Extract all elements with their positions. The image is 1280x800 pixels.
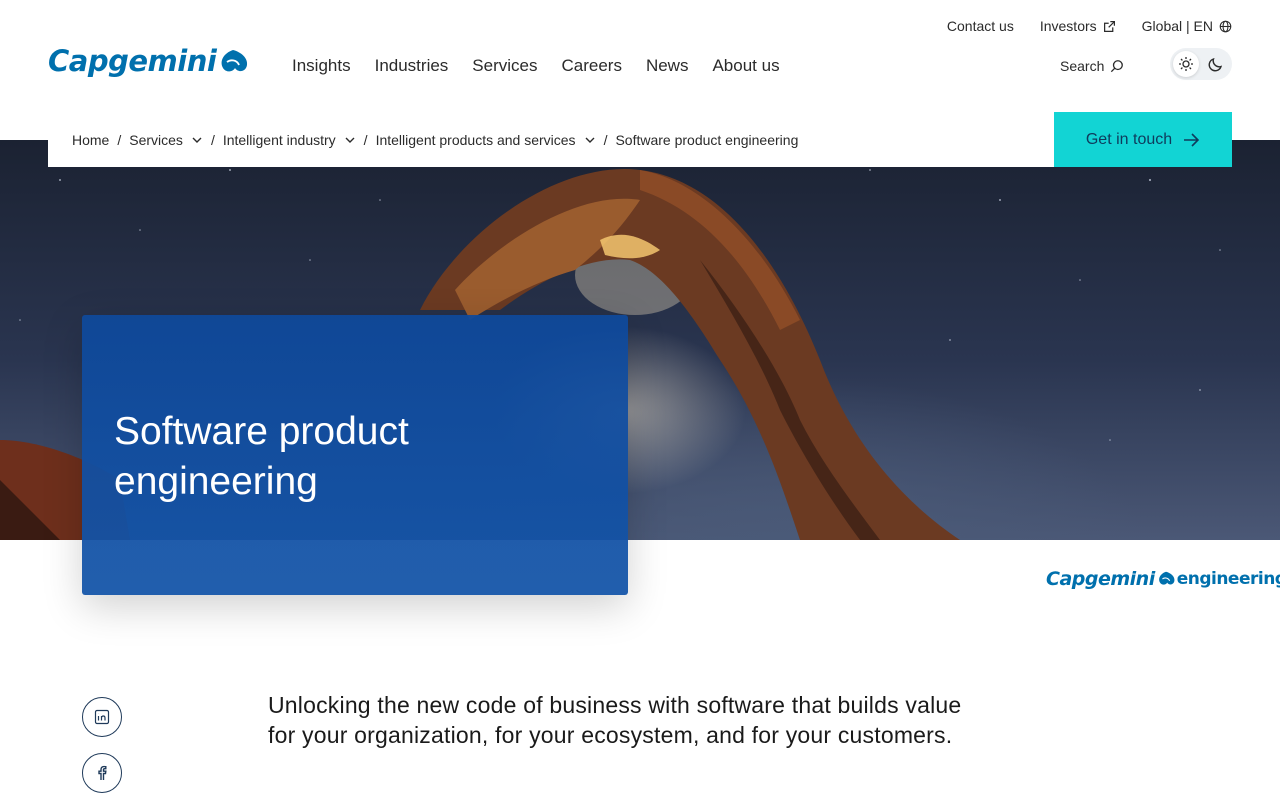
linkedin-icon — [94, 709, 110, 725]
breadcrumb-current: Software product engineering — [615, 132, 798, 148]
engineering-logo-wordmark: Capgemini — [1046, 568, 1155, 590]
search-icon — [1111, 60, 1124, 73]
contact-us-label: Contact us — [946, 18, 1014, 34]
main-nav: Insights Industries Services Careers New… — [292, 56, 780, 76]
external-link-icon — [1103, 20, 1115, 32]
arrow-right-icon — [1184, 132, 1200, 147]
logo-wordmark: Capgemini — [48, 44, 217, 78]
investors-link[interactable]: Investors — [1040, 18, 1116, 34]
region-label: Global | EN — [1141, 18, 1213, 34]
get-in-touch-label: Get in touch — [1085, 130, 1173, 148]
theme-toggle — [1170, 48, 1232, 80]
engineering-logo-suffix: engineering — [1176, 569, 1280, 589]
breadcrumb-label[interactable]: Intelligent products and services — [376, 132, 576, 148]
globe-icon — [1219, 20, 1232, 32]
breadcrumb-separator: / — [603, 131, 608, 148]
facebook-icon — [98, 765, 107, 780]
breadcrumb-label: Software product engineering — [615, 131, 799, 148]
breadcrumb-label[interactable]: Home — [72, 132, 109, 148]
nav-careers[interactable]: Careers — [561, 56, 621, 76]
get-in-touch-button[interactable]: Get in touch — [1054, 112, 1232, 167]
breadcrumb-services[interactable]: Services — [129, 132, 203, 148]
intro-paragraph: Unlocking the new code of business with … — [268, 692, 962, 748]
breadcrumb-label[interactable]: Services — [129, 132, 183, 148]
dark-mode-button[interactable] — [1203, 51, 1229, 77]
page-title: Software product engineering — [114, 410, 409, 503]
breadcrumb-separator: / — [363, 131, 368, 148]
search-label: Search — [1060, 58, 1105, 74]
nav-services[interactable]: Services — [472, 56, 537, 76]
investors-label: Investors — [1039, 18, 1097, 34]
utility-nav: Contact us Investors Global | EN — [947, 0, 1232, 52]
nav-about-us[interactable]: About us — [712, 56, 779, 76]
social-share — [82, 697, 122, 793]
breadcrumb-intelligent-products[interactable]: Intelligent products and services — [376, 132, 596, 148]
contact-us-link[interactable]: Contact us — [947, 18, 1014, 34]
chevron-down-icon[interactable] — [344, 134, 356, 146]
hero-title-card: Software product engineering — [82, 315, 628, 595]
nav-industries[interactable]: Industries — [375, 56, 449, 76]
moon-icon — [1208, 57, 1223, 72]
nav-insights[interactable]: Insights — [292, 56, 351, 76]
search-button[interactable]: Search — [1060, 58, 1124, 74]
capgemini-engineering-logo: Capgemini engineering — [1046, 568, 1280, 590]
capgemini-logo[interactable]: Capgemini — [48, 44, 249, 78]
breadcrumb-intelligent-industry[interactable]: Intelligent industry — [223, 132, 356, 148]
breadcrumb: Home / Services / Intelligent industry /… — [48, 112, 1054, 167]
spade-logo-icon — [1158, 571, 1175, 585]
breadcrumb-separator: / — [210, 131, 215, 148]
facebook-share-button[interactable] — [82, 753, 122, 793]
chevron-down-icon[interactable] — [584, 134, 596, 146]
nav-news[interactable]: News — [646, 56, 689, 76]
linkedin-share-button[interactable] — [82, 697, 122, 737]
breadcrumb-label[interactable]: Intelligent industry — [223, 132, 336, 148]
spade-logo-icon — [221, 50, 248, 72]
sun-icon — [1179, 57, 1193, 71]
breadcrumb-home[interactable]: Home — [72, 132, 109, 148]
region-selector[interactable]: Global | EN — [1142, 18, 1232, 34]
breadcrumb-separator: / — [117, 131, 122, 148]
chevron-down-icon[interactable] — [191, 134, 203, 146]
light-mode-button[interactable] — [1173, 51, 1199, 77]
